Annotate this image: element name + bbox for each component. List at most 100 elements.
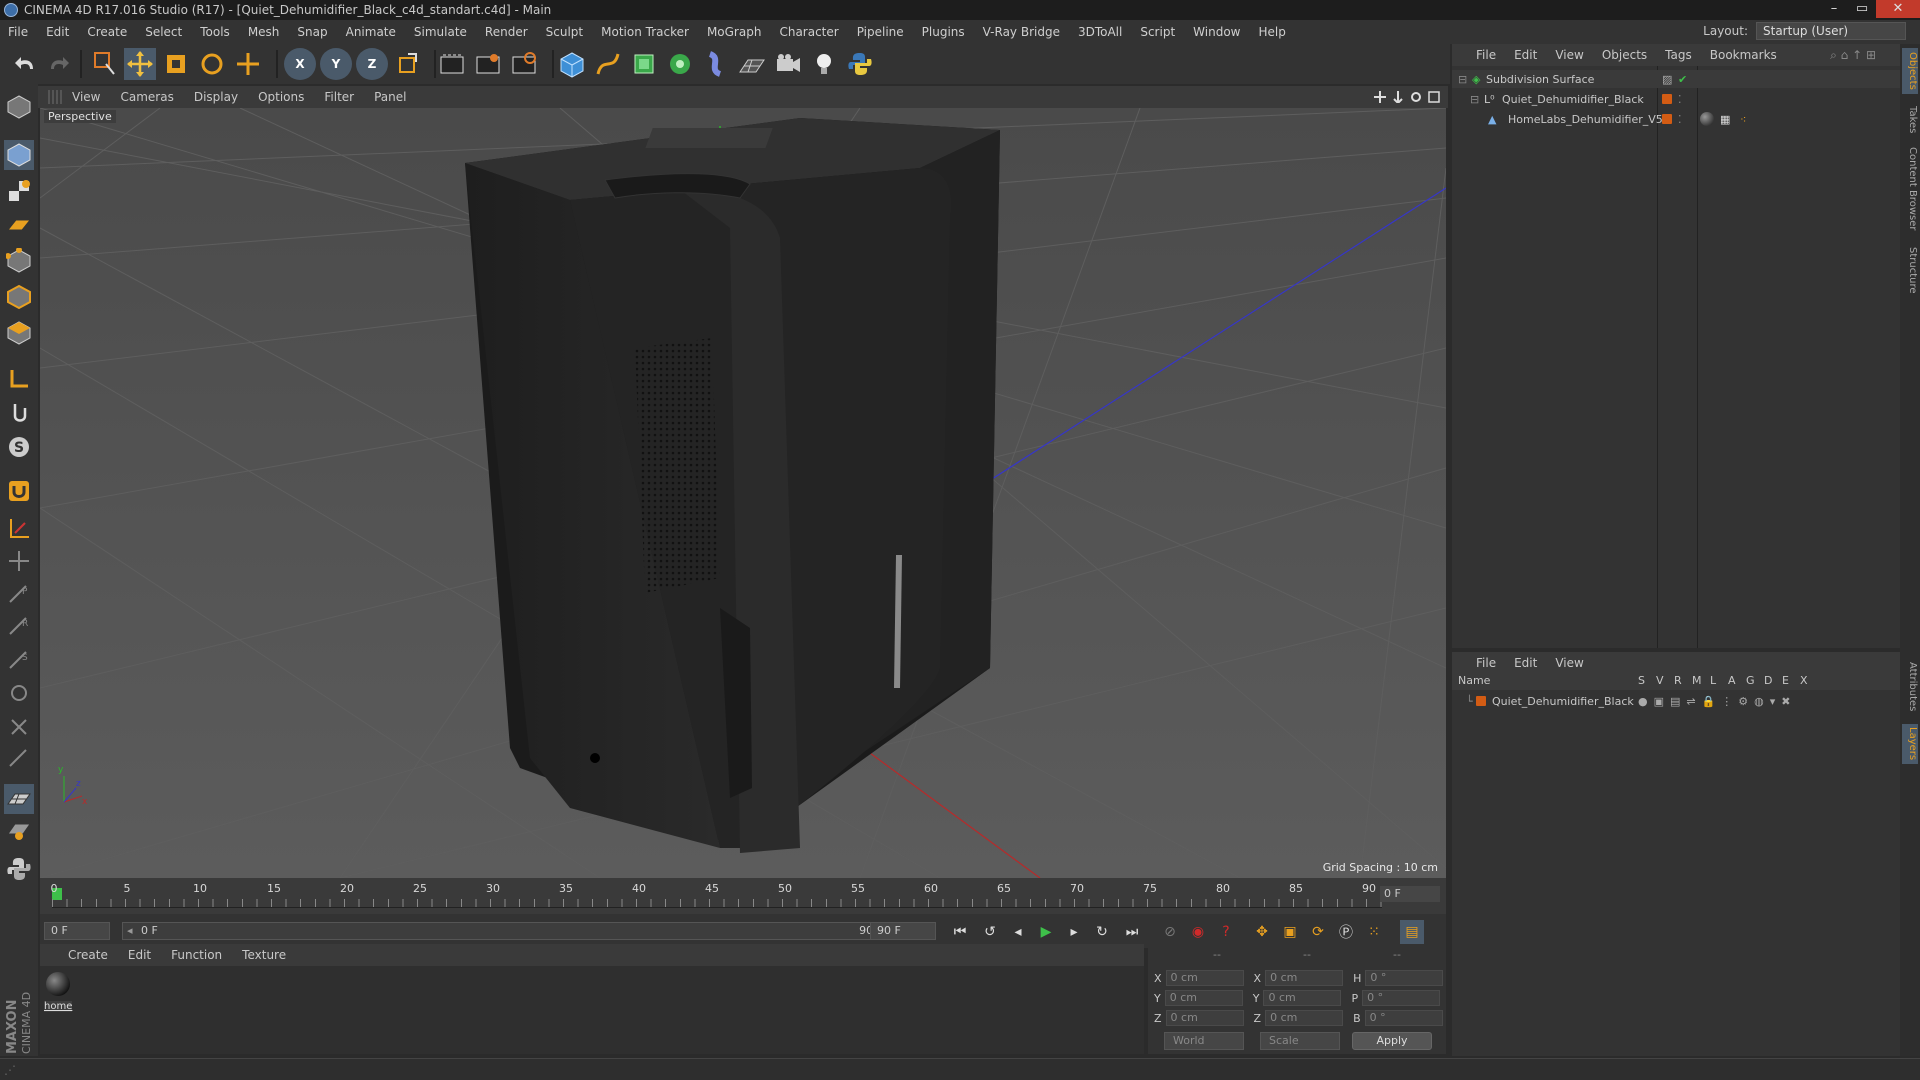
viewport-menu-panel[interactable]: Panel (374, 90, 406, 104)
edges-mode-icon[interactable] (4, 282, 34, 312)
redo-icon[interactable] (42, 48, 74, 80)
tab-structure[interactable]: Structure (1902, 242, 1918, 298)
position-y-field[interactable]: 0 cm (1164, 990, 1243, 1006)
menu-mesh[interactable]: Mesh (248, 25, 280, 39)
grid-floor-icon[interactable] (4, 784, 34, 814)
spline-pen-icon[interactable] (592, 48, 624, 80)
material-swatch[interactable]: home (44, 970, 72, 1012)
expand-icon[interactable]: ⊟ (1470, 93, 1479, 106)
render-to-picture-viewer-icon[interactable] (472, 48, 504, 80)
texture-mode-icon[interactable] (4, 176, 34, 206)
menu-vray-bridge[interactable]: V-Ray Bridge (983, 25, 1060, 39)
menu-simulate[interactable]: Simulate (414, 25, 467, 39)
position-z-field[interactable]: 0 cm (1165, 1010, 1244, 1026)
coordinate-system-icon[interactable] (392, 48, 424, 80)
record-position-icon[interactable]: ✥ (1250, 920, 1274, 944)
end-frame-field[interactable]: 90 F (870, 922, 936, 940)
object-menu-edit[interactable]: Edit (1514, 48, 1537, 62)
viewport-camera-label[interactable]: Perspective (44, 110, 116, 123)
timeline-window-icon[interactable]: ▤ (1400, 920, 1424, 944)
rotation-p-field[interactable]: 0 ° (1362, 990, 1441, 1006)
size-x-field[interactable]: 0 cm (1265, 970, 1344, 986)
object-menu-file[interactable]: File (1476, 48, 1496, 62)
subdivision-generator-icon[interactable] (628, 48, 660, 80)
close-button[interactable]: ✕ (1876, 0, 1920, 18)
next-frame-icon[interactable]: ▸ (1062, 920, 1086, 944)
viewport-rotate-icon[interactable] (1410, 91, 1422, 103)
object-row[interactable]: ⊟ ◈ Subdivision Surface ▨ ✔ (1452, 70, 1900, 88)
rotate-tool-icon[interactable] (196, 48, 228, 80)
object-enable-icon[interactable]: ▨ (1662, 73, 1672, 86)
menu-edit[interactable]: Edit (46, 25, 69, 39)
visibility-dots-icon[interactable]: ⁚ (1678, 93, 1682, 106)
record-point-level-icon[interactable]: ⁙ (1362, 920, 1386, 944)
planar-workplane-icon[interactable] (4, 546, 34, 576)
object-row[interactable]: ⊟ L⁰ Quiet_Dehumidifier_Black ⁚ (1452, 90, 1900, 108)
move-tool-icon[interactable] (124, 48, 156, 80)
layer-name[interactable]: Quiet_Dehumidifier_Black (1492, 695, 1634, 708)
axis-mode-icon[interactable] (4, 364, 34, 394)
go-to-end-icon[interactable]: ⏭ (1120, 920, 1144, 944)
coordinate-system-dropdown[interactable]: World (1164, 1032, 1244, 1050)
menu-tools[interactable]: Tools (200, 25, 230, 39)
menu-help[interactable]: Help (1258, 25, 1285, 39)
deformer-icon[interactable] (700, 48, 732, 80)
polygons-mode-icon[interactable] (4, 318, 34, 348)
scale-tool-icon[interactable] (160, 48, 192, 80)
workplane-x-icon[interactable]: P (4, 578, 34, 608)
render-view-icon[interactable] (436, 48, 468, 80)
go-to-start-icon[interactable]: ⏮ (948, 920, 972, 944)
object-menu-view[interactable]: View (1555, 48, 1583, 62)
maximize-button[interactable]: ▭ (1848, 0, 1876, 18)
apply-button[interactable]: Apply (1352, 1032, 1432, 1050)
y-axis-lock-button[interactable]: Y (320, 48, 352, 80)
workplane-mode-icon[interactable] (4, 210, 34, 240)
symmetry-icon[interactable] (4, 712, 34, 742)
layer-menu-file[interactable]: File (1476, 656, 1496, 670)
record-parameter-icon[interactable]: Ⓟ (1334, 920, 1358, 944)
menu-create[interactable]: Create (87, 25, 127, 39)
menu-select[interactable]: Select (145, 25, 182, 39)
workplane-grid-icon[interactable] (4, 814, 34, 844)
layer-color-swatch[interactable] (1476, 696, 1486, 706)
tab-layers[interactable]: Layers (1902, 724, 1918, 764)
size-z-field[interactable]: 0 cm (1265, 1010, 1344, 1026)
menu-file[interactable]: File (8, 25, 28, 39)
python-script-icon[interactable] (4, 854, 34, 884)
record-keys-icon[interactable]: ⊘ (1158, 920, 1182, 944)
cloner-icon[interactable] (664, 48, 696, 80)
position-x-field[interactable]: 0 cm (1165, 970, 1244, 986)
previous-frame-icon[interactable]: ◂ (1006, 920, 1030, 944)
phong-tag-icon[interactable]: ⁖ (1740, 113, 1746, 126)
keyframe-selection-icon[interactable]: ? (1214, 920, 1238, 944)
tweak-mode-icon[interactable] (4, 398, 34, 428)
python-icon[interactable] (844, 48, 876, 80)
menu-snap[interactable]: Snap (297, 25, 327, 39)
live-selection-icon[interactable] (88, 48, 120, 80)
material-menu-edit[interactable]: Edit (128, 948, 151, 962)
record-scale-icon[interactable]: ▣ (1278, 920, 1302, 944)
material-tag-icon[interactable] (1700, 112, 1714, 126)
uvw-tag-icon[interactable]: ▦ (1720, 113, 1730, 126)
menu-render[interactable]: Render (485, 25, 528, 39)
menu-motion-tracker[interactable]: Motion Tracker (601, 25, 689, 39)
minimize-button[interactable]: – (1820, 0, 1848, 18)
model-mode-icon[interactable] (4, 140, 34, 170)
object-row[interactable]: ▲ HomeLabs_Dehumidifier_V5 ⁚ ▦ ⁖ (1452, 110, 1900, 128)
layer-menu-edit[interactable]: Edit (1514, 656, 1537, 670)
viewport-menu-view[interactable]: View (72, 90, 100, 104)
points-mode-icon[interactable] (4, 246, 34, 276)
previous-key-icon[interactable]: ↺ (978, 920, 1002, 944)
viewport-menu-cameras[interactable]: Cameras (120, 90, 173, 104)
search-icon[interactable]: ⌕ ⌂ ↑ ⊞ (1830, 48, 1876, 63)
menu-character[interactable]: Character (779, 25, 838, 39)
magnet-icon[interactable] (4, 476, 34, 506)
layer-menu-view[interactable]: View (1555, 656, 1583, 670)
z-axis-lock-button[interactable]: Z (356, 48, 388, 80)
menu-animate[interactable]: Animate (346, 25, 396, 39)
camera-icon[interactable] (772, 48, 804, 80)
size-mode-dropdown[interactable]: Scale (1260, 1032, 1340, 1050)
quantize-icon[interactable] (4, 744, 34, 774)
record-rotation-icon[interactable]: ⟳ (1306, 920, 1330, 944)
checkmark-icon[interactable]: ✔ (1678, 73, 1687, 86)
